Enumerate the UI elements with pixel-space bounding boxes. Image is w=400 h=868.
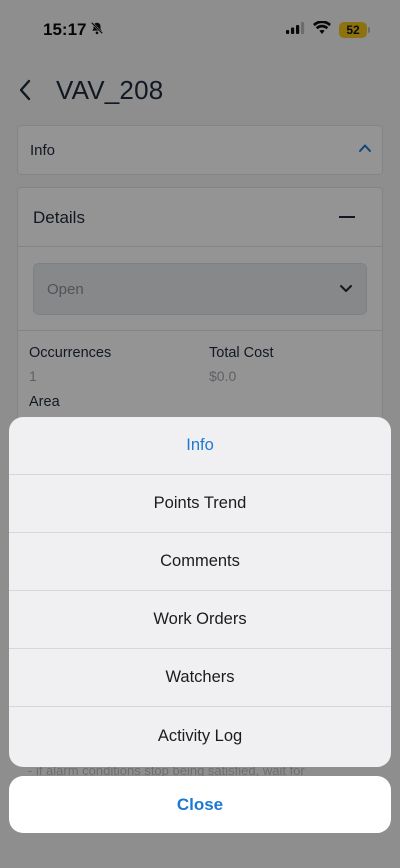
action-sheet-item-watchers[interactable]: Watchers <box>9 649 391 707</box>
action-sheet-item-activity-log[interactable]: Activity Log <box>9 707 391 765</box>
action-sheet: Info Points Trend Comments Work Orders W… <box>9 417 391 767</box>
action-sheet-item-comments[interactable]: Comments <box>9 533 391 591</box>
close-button[interactable]: Close <box>9 776 391 833</box>
action-sheet-item-info[interactable]: Info <box>9 417 391 475</box>
action-sheet-item-points-trend[interactable]: Points Trend <box>9 475 391 533</box>
action-sheet-item-work-orders[interactable]: Work Orders <box>9 591 391 649</box>
